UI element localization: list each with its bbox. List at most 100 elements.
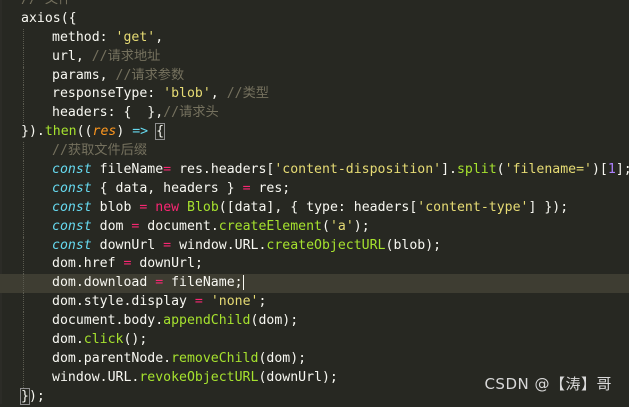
indent-guide bbox=[23, 236, 24, 256]
code-token-brace: } bbox=[20, 387, 30, 405]
indent-guide bbox=[23, 293, 24, 313]
code-text: document.body.appendChild(dom); bbox=[52, 312, 298, 331]
code-token-default: dom.href bbox=[52, 256, 124, 272]
code-token-default: method: bbox=[52, 29, 116, 45]
code-token-keyword: const bbox=[52, 162, 92, 178]
code-text: const blob = new Blob([data], { type: he… bbox=[52, 199, 568, 218]
code-line[interactable]: url, //请求地址 bbox=[0, 47, 629, 67]
code-text: const dom = document.createElement('a'); bbox=[52, 218, 370, 237]
code-token-number: 1 bbox=[607, 162, 616, 178]
code-token-function: Blob bbox=[187, 199, 219, 215]
code-token-operator: = bbox=[194, 294, 203, 310]
code-line[interactable]: dom.href = downUrl; bbox=[0, 255, 629, 275]
code-token-punct: )[ bbox=[591, 162, 608, 178]
code-token-default: url, bbox=[52, 48, 92, 64]
code-token-function: click bbox=[83, 332, 124, 348]
code-token-keyword: => bbox=[132, 124, 149, 140]
code-token-punct: . bbox=[36, 124, 45, 140]
code-token-keyword: const bbox=[52, 237, 92, 253]
code-token-default: downUrl bbox=[91, 237, 164, 253]
code-line[interactable]: dom.style.display = 'none'; bbox=[0, 293, 629, 313]
code-line[interactable]: responseType: 'blob', //类型 bbox=[0, 85, 629, 105]
text-cursor bbox=[242, 274, 244, 290]
code-line[interactable]: params, //请求参数 bbox=[0, 66, 629, 86]
indent-guide bbox=[23, 28, 24, 48]
code-line[interactable]: axios({ bbox=[0, 10, 629, 29]
code-token-default: (blob); bbox=[385, 237, 442, 253]
code-token-punct: , bbox=[155, 29, 164, 45]
code-token-comment: //类型 bbox=[226, 86, 269, 102]
code-token-new: new bbox=[155, 199, 180, 215]
indent-guide bbox=[23, 66, 24, 86]
code-token-string: 'blob' bbox=[163, 86, 211, 102]
code-token-keyword: const bbox=[52, 218, 92, 234]
code-text: dom.style.display = 'none'; bbox=[52, 293, 266, 312]
code-line[interactable]: headers: { },//请求头 bbox=[0, 104, 629, 124]
indent-guide bbox=[23, 161, 24, 180]
code-text: // 文件 bbox=[21, 0, 71, 10]
code-token-function: revokeObjectURL bbox=[139, 369, 259, 385]
code-line[interactable]: const dom = document.createElement('a'); bbox=[0, 217, 629, 237]
code-text: axios({ bbox=[21, 10, 77, 29]
code-token-default: fileName bbox=[91, 162, 164, 178]
code-text: headers: { },//请求头 bbox=[52, 104, 219, 123]
code-editor[interactable]: // 文件axios({method: 'get',url, //请求地址par… bbox=[0, 0, 629, 407]
code-line[interactable]: document.body.appendChild(dom); bbox=[0, 312, 629, 332]
indent-guide bbox=[23, 85, 24, 105]
code-token-punct: ); bbox=[28, 388, 45, 404]
code-token-string: 'content-type' bbox=[417, 199, 529, 215]
code-token-punct: ; bbox=[258, 294, 267, 310]
code-token-punct: (); bbox=[123, 332, 148, 348]
code-token-punct: ( bbox=[321, 218, 330, 234]
code-token-string: 'get' bbox=[115, 29, 156, 45]
code-text: responseType: 'blob', //类型 bbox=[52, 85, 269, 104]
code-text: params, //请求参数 bbox=[52, 67, 184, 86]
code-token-default: headers: { bbox=[52, 105, 140, 121]
indent-guide bbox=[23, 104, 24, 124]
code-line[interactable]: // 文件 bbox=[0, 0, 629, 10]
code-token-default: (downUrl); bbox=[258, 369, 338, 385]
code-token-comment: //请求参数 bbox=[115, 67, 185, 83]
code-token-default: dom bbox=[91, 218, 132, 234]
code-line[interactable]: const fileName= res.headers['content-dis… bbox=[0, 161, 629, 180]
code-text: dom.click(); bbox=[52, 331, 147, 350]
code-token-default: downUrl; bbox=[131, 256, 203, 272]
code-line[interactable]: dom.parentNode.removeChild(dom); bbox=[0, 349, 629, 369]
code-line[interactable]: method: 'get', bbox=[0, 28, 629, 48]
code-token-string: 'none' bbox=[210, 294, 259, 310]
code-token-function: createElement bbox=[218, 218, 322, 234]
code-token-default: res; bbox=[250, 180, 291, 196]
code-token-default: } bbox=[139, 105, 156, 121]
code-token-punct: ( bbox=[60, 10, 69, 26]
code-token-function: removeChild bbox=[171, 350, 259, 366]
code-line[interactable]: dom.click(); bbox=[0, 331, 629, 350]
code-token-comment: // 文件 bbox=[21, 0, 71, 7]
code-line[interactable]: //获取文件后缀 bbox=[0, 142, 629, 162]
code-line[interactable]: const { data, headers } = res; bbox=[0, 179, 629, 199]
csdn-watermark: CSDN @【涛】哥 bbox=[484, 375, 612, 393]
code-token-string: 'content-disposition' bbox=[274, 162, 442, 178]
code-line[interactable]: dom.download = fileName; bbox=[0, 274, 629, 294]
code-token-default: ]. bbox=[441, 162, 457, 178]
code-token-default: dom.style.display bbox=[52, 294, 195, 310]
code-line[interactable]: }).then((res) => { bbox=[0, 123, 629, 142]
indent-guide bbox=[23, 368, 24, 388]
code-text: //获取文件后缀 bbox=[52, 142, 147, 161]
code-token-default: ] }); bbox=[528, 199, 569, 215]
code-token-punct: ]; bbox=[615, 162, 629, 178]
code-token-comment: //请求地址 bbox=[91, 48, 161, 64]
code-token-punct: (( bbox=[76, 124, 93, 140]
indent-guide bbox=[23, 349, 24, 369]
code-token-default: document.body. bbox=[52, 313, 164, 329]
code-token-function: appendChild bbox=[163, 313, 251, 329]
code-line[interactable]: const downUrl = window.URL.createObjectU… bbox=[0, 236, 629, 256]
code-token-default: dom.parentNode. bbox=[52, 350, 172, 366]
code-text: }).then((res) => { bbox=[21, 123, 166, 142]
indent-guide bbox=[23, 217, 24, 237]
code-token-punct: ( bbox=[496, 162, 505, 178]
code-text: dom.href = downUrl; bbox=[52, 255, 203, 274]
code-text: dom.parentNode.removeChild(dom); bbox=[52, 350, 306, 369]
code-token-default bbox=[148, 124, 156, 139]
code-token-default: responseType: bbox=[52, 86, 164, 102]
code-line[interactable]: const blob = new Blob([data], { type: he… bbox=[0, 198, 629, 218]
